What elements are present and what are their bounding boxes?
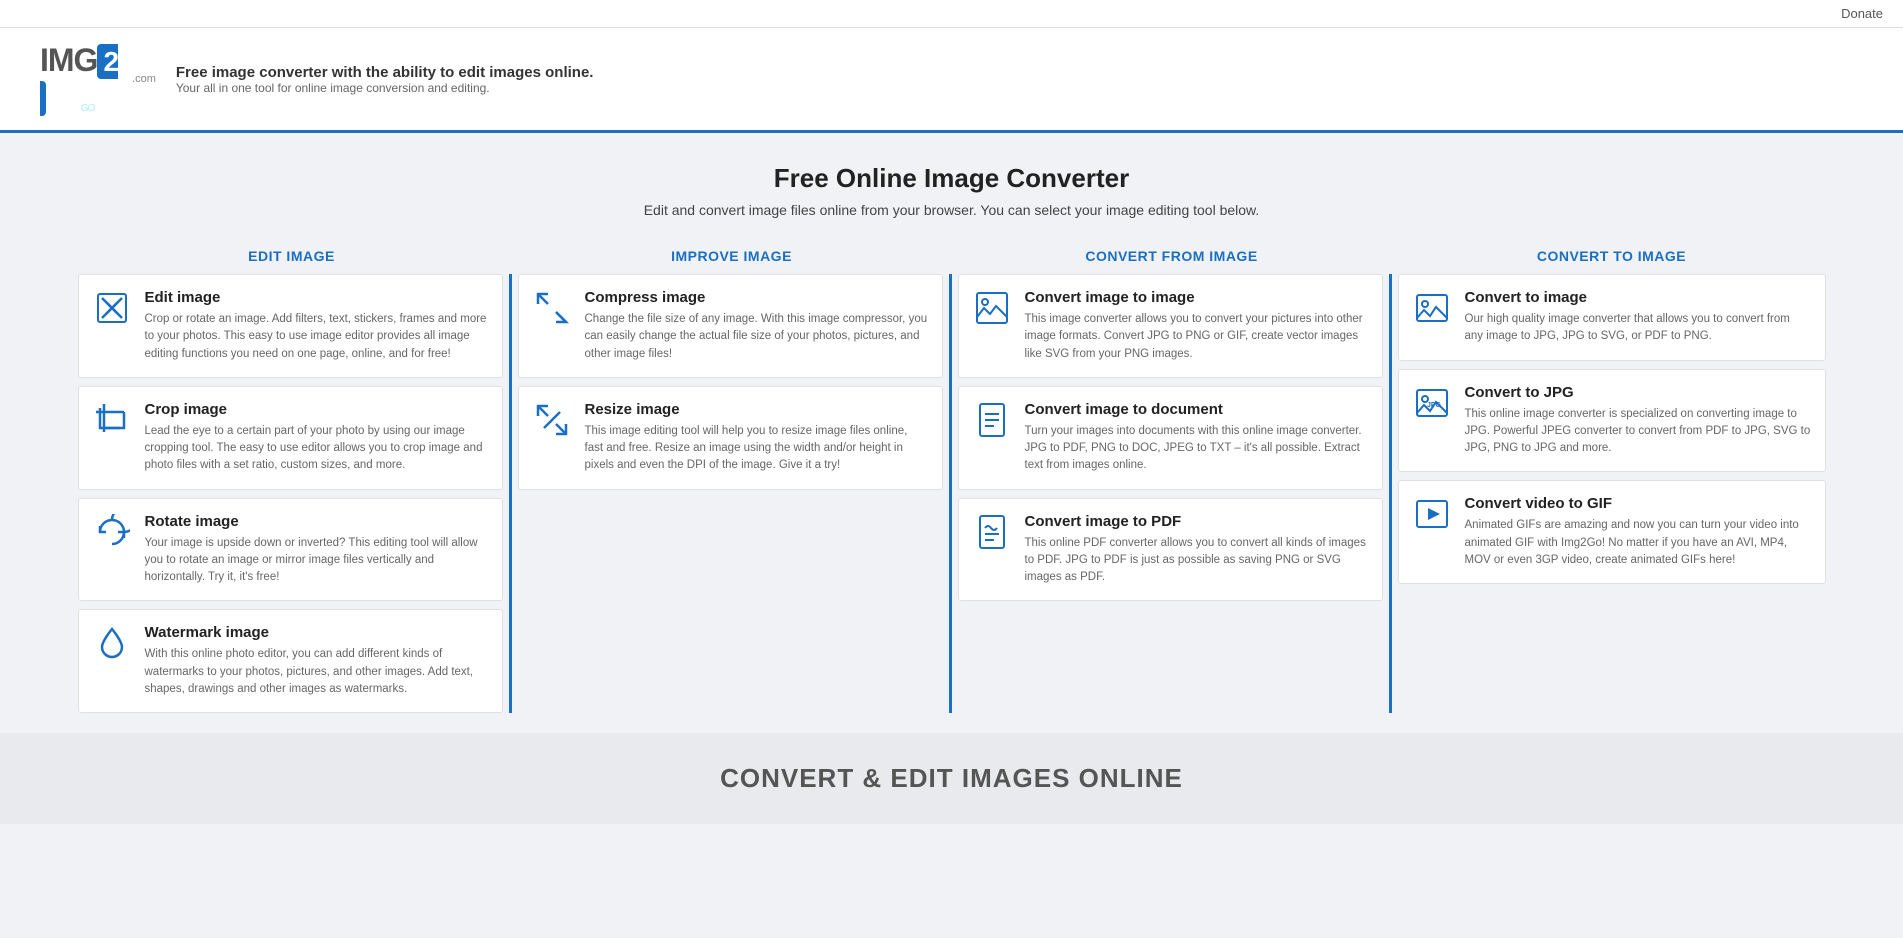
card-crop-image-content: Crop image Lead the eye to a certain par… [145, 401, 488, 475]
watermark-icon [93, 624, 131, 662]
logo-area[interactable]: IMG2GO .com [40, 42, 156, 116]
category-convert-to: CONVERT TO IMAGE [1392, 236, 1832, 274]
card-compress-image[interactable]: Compress image Change the file size of a… [518, 274, 943, 378]
card-edit-image[interactable]: Edit image Crop or rotate an image. Add … [78, 274, 503, 378]
to-jpg-icon: JPG [1413, 384, 1451, 422]
card-rotate-image-content: Rotate image Your image is upside down o… [145, 513, 488, 587]
card-compress-image-content: Compress image Change the file size of a… [585, 289, 928, 363]
convert-pdf-icon [973, 513, 1011, 551]
convert-doc-icon [973, 401, 1011, 439]
svg-text:JPG: JPG [1427, 402, 1442, 409]
card-convert-image-to-document[interactable]: Convert image to document Turn your imag… [958, 386, 1383, 490]
compress-icon [533, 289, 571, 327]
donate-link[interactable]: Donate [1841, 6, 1883, 21]
hero-section: Free Online Image Converter Edit and con… [0, 133, 1903, 236]
edit-icon [93, 289, 131, 327]
category-convert-from: CONVERT FROM IMAGE [952, 236, 1392, 274]
card-watermark-image-content: Watermark image With this online photo e… [145, 624, 488, 698]
improve-column: Compress image Change the file size of a… [512, 274, 952, 713]
main-grid: Edit image Crop or rotate an image. Add … [52, 274, 1852, 733]
hero-title: Free Online Image Converter [20, 163, 1883, 194]
card-convert-to-jpg-content: Convert to JPG This online image convert… [1465, 384, 1811, 458]
edit-column: Edit image Crop or rotate an image. Add … [72, 274, 512, 713]
card-convert-to-jpg[interactable]: JPG Convert to JPG This online image con… [1398, 369, 1826, 473]
card-convert-image-to-image[interactable]: Convert image to image This image conver… [958, 274, 1383, 378]
card-watermark-image[interactable]: Watermark image With this online photo e… [78, 609, 503, 713]
card-convert-image-to-pdf-content: Convert image to PDF This online PDF con… [1025, 513, 1368, 587]
card-rotate-image[interactable]: Rotate image Your image is upside down o… [78, 498, 503, 602]
top-bar: Donate [0, 0, 1903, 28]
header-tagline: Free image converter with the ability to… [176, 64, 594, 95]
to-image-icon [1413, 289, 1451, 327]
crop-icon [93, 401, 131, 439]
tagline-title: Free image converter with the ability to… [176, 64, 594, 81]
tagline-sub: Your all in one tool for online image co… [176, 81, 594, 95]
card-crop-image[interactable]: Crop image Lead the eye to a certain par… [78, 386, 503, 490]
card-convert-to-image-content: Convert to image Our high quality image … [1465, 289, 1811, 346]
card-resize-image[interactable]: Resize image This image editing tool wil… [518, 386, 943, 490]
card-convert-video-to-gif[interactable]: Convert video to GIF Animated GIFs are a… [1398, 480, 1826, 584]
logo-com: .com [132, 73, 156, 85]
convert-from-column: Convert image to image This image conver… [952, 274, 1392, 713]
card-convert-to-image[interactable]: Convert to image Our high quality image … [1398, 274, 1826, 361]
rotate-icon [93, 513, 131, 551]
footer-section: CONVERT & EDIT IMAGES ONLINE [0, 733, 1903, 824]
category-improve: IMPROVE IMAGE [512, 236, 952, 274]
logo-text: IMG2GO [40, 42, 118, 116]
category-edit: EDIT IMAGE [72, 236, 512, 274]
convert-to-column: Convert to image Our high quality image … [1392, 274, 1832, 713]
hero-subtitle: Edit and convert image files online from… [20, 202, 1883, 218]
to-gif-icon [1413, 495, 1451, 533]
card-convert-image-to-pdf[interactable]: Convert image to PDF This online PDF con… [958, 498, 1383, 602]
card-convert-image-to-document-content: Convert image to document Turn your imag… [1025, 401, 1368, 475]
card-convert-video-to-gif-content: Convert video to GIF Animated GIFs are a… [1465, 495, 1811, 569]
card-convert-image-to-image-content: Convert image to image This image conver… [1025, 289, 1368, 363]
card-resize-image-content: Resize image This image editing tool wil… [585, 401, 928, 475]
resize-icon [533, 401, 571, 439]
categories-row: EDIT IMAGE IMPROVE IMAGE CONVERT FROM IM… [52, 236, 1852, 274]
header: IMG2GO .com Free image converter with th… [0, 28, 1903, 133]
footer-title: CONVERT & EDIT IMAGES ONLINE [20, 763, 1883, 794]
card-edit-image-content: Edit image Crop or rotate an image. Add … [145, 289, 488, 363]
convert-image-icon [973, 289, 1011, 327]
